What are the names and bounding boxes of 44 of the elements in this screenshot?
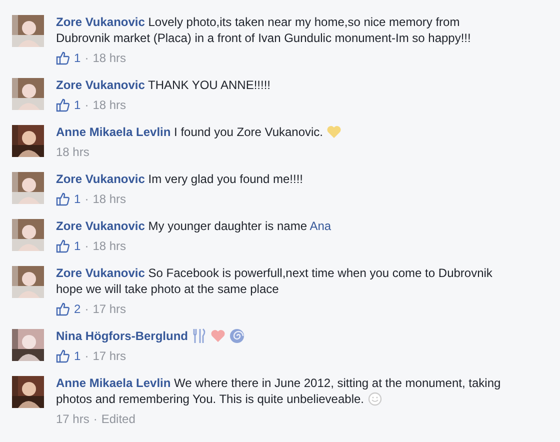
name-link[interactable]: Ana (310, 219, 332, 233)
like-icon[interactable] (56, 98, 70, 112)
like-icon[interactable] (56, 239, 70, 253)
like-count[interactable]: 1 (74, 97, 81, 113)
like-count[interactable]: 2 (74, 301, 81, 317)
like-count[interactable]: 1 (74, 238, 81, 254)
author-link[interactable]: Zore Vukanovic (56, 219, 145, 233)
separator-dot: · (84, 97, 89, 113)
author-link[interactable]: Nina Högfors-Berglund (56, 329, 188, 343)
like-icon[interactable] (56, 51, 70, 65)
separator-dot: · (84, 238, 89, 254)
like-count[interactable]: 1 (74, 50, 81, 66)
separator-dot: · (84, 301, 89, 317)
comment-time[interactable]: 18 hrs (92, 97, 126, 113)
comment-text: Zore Vukanovic So Facebook is powerfull,next time when you come to Dubrovnik hope we will take photo at the same place (56, 265, 494, 297)
comment-time[interactable]: 17 hrs (92, 301, 126, 317)
edited-label[interactable]: Edited (101, 411, 136, 427)
separator-dot: · (84, 348, 89, 364)
separator-dot: · (93, 411, 98, 427)
like-count[interactable]: 1 (74, 348, 81, 364)
comment-time[interactable]: 18 hrs (56, 144, 90, 160)
comment-time[interactable]: 17 hrs (56, 411, 90, 427)
like-icon[interactable] (56, 349, 70, 363)
comment-text: Zore Vukanovic My younger daughter is name Ana (56, 218, 332, 234)
author-link[interactable]: Zore Vukanovic (56, 78, 145, 92)
author-link[interactable]: Anne Mikaela Levlin (56, 376, 171, 390)
comment-text: Zore Vukanovic THANK YOU ANNE!!!!! (56, 77, 272, 93)
author-link[interactable]: Anne Mikaela Levlin (56, 125, 171, 139)
comment-text: Zore Vukanovic Im very glad you found me!!!! (56, 171, 304, 187)
comment-text: Anne Mikaela Levlin I found you Zore Vukanovic. (56, 124, 516, 140)
separator-dot: · (84, 50, 89, 66)
author-link[interactable]: Zore Vukanovic (56, 15, 145, 29)
comment-text: Zore Vukanovic Lovely photo,its taken near my home,so nice memory from Dubrovnik market (Placa) in a front of Ivan Gundulic monument-Im so happy!!! (56, 14, 472, 46)
comment-text: Anne Mikaela Levlin We where there in June 2012, sitting at the monument, taking photos and remembering You. This is quite unbelieveable. (56, 375, 502, 407)
comment-time[interactable]: 18 hrs (92, 50, 126, 66)
comment-time[interactable]: 18 hrs (92, 191, 126, 207)
comment-time[interactable]: 17 hrs (92, 348, 126, 364)
author-link[interactable]: Zore Vukanovic (56, 266, 145, 280)
like-count[interactable]: 1 (74, 191, 81, 207)
comment-time[interactable]: 18 hrs (92, 238, 126, 254)
separator-dot: · (84, 191, 89, 207)
author-link[interactable]: Zore Vukanovic (56, 172, 145, 186)
like-icon[interactable] (56, 192, 70, 206)
like-icon[interactable] (56, 302, 70, 316)
